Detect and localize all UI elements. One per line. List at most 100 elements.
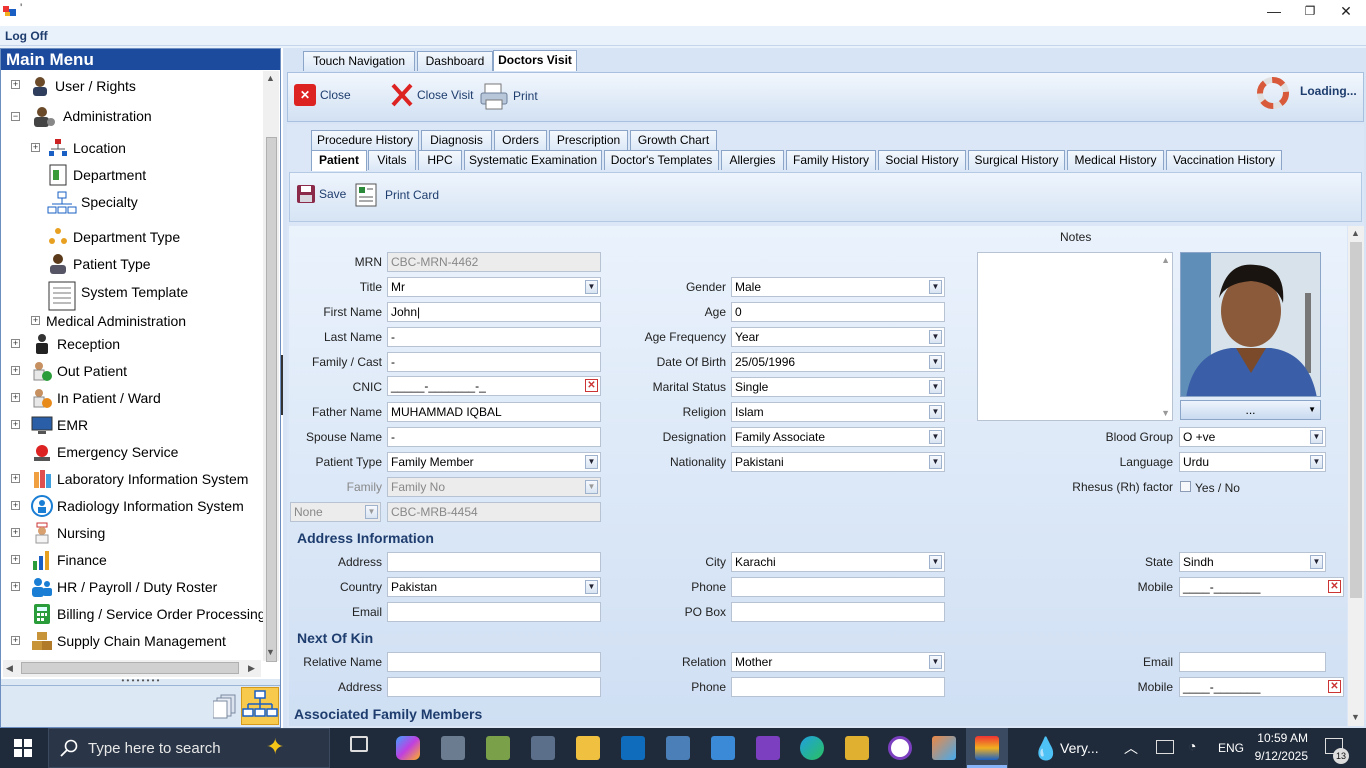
chevron-down-icon[interactable]: ▼	[929, 280, 942, 294]
chevron-down-icon[interactable]: ▼	[1310, 430, 1323, 444]
chevron-down-icon[interactable]: ▼	[585, 455, 598, 469]
expand-medical-administration[interactable]: +	[31, 316, 40, 325]
relation-select[interactable]: Mother ▼	[731, 652, 945, 672]
chevron-down-icon[interactable]: ▼	[929, 455, 942, 469]
menu-item-emergency-service[interactable]: Emergency Service	[31, 441, 178, 463]
menu-item-in-patient-ward[interactable]: In Patient / Ward	[31, 387, 161, 409]
scroll-left-icon[interactable]: ◀	[6, 663, 13, 674]
chevron-down-icon[interactable]: ▼	[585, 480, 598, 494]
menu-item-radiology[interactable]: Radiology Information System	[31, 495, 244, 517]
kin-address-field[interactable]	[387, 677, 601, 697]
tab-social-history[interactable]: Social History	[878, 150, 966, 170]
father-name-field[interactable]: MUHAMMAD IQBAL	[387, 402, 601, 422]
po-box-field[interactable]	[731, 602, 945, 622]
copilot-icon[interactable]	[396, 736, 420, 760]
tab-hpc[interactable]: HPC	[418, 150, 462, 170]
expand-out-patient[interactable]: +	[11, 366, 20, 375]
outlook-icon[interactable]	[621, 736, 645, 760]
save-button[interactable]: Save	[296, 184, 346, 204]
close-visit-button[interactable]: Close Visit	[390, 82, 473, 108]
expand-laboratory[interactable]: +	[11, 474, 20, 483]
hospital-app-icon[interactable]	[975, 736, 999, 760]
menu-item-supply-chain[interactable]: Supply Chain Management	[31, 630, 226, 652]
tab-systematic-examination[interactable]: Systematic Examination	[464, 150, 602, 170]
chevron-down-icon[interactable]: ▼	[929, 380, 942, 394]
github-icon[interactable]	[888, 736, 912, 760]
title-select[interactable]: Mr ▼	[387, 277, 601, 297]
notes-textarea[interactable]: ▲ ▼	[977, 252, 1173, 421]
menu-scroll-thumb[interactable]	[266, 137, 277, 662]
family-cast-field[interactable]: -	[387, 352, 601, 372]
language-indicator[interactable]: ENG	[1218, 741, 1244, 755]
tools-app-icon[interactable]	[441, 736, 465, 760]
mrb-field[interactable]: CBC-MRB-4454	[387, 502, 601, 522]
expand-in-patient[interactable]: +	[11, 393, 20, 402]
notes-scroll-up-icon[interactable]: ▲	[1161, 255, 1170, 265]
tab-touch-navigation[interactable]: Touch Navigation	[303, 51, 415, 71]
family-select[interactable]: Family No ▼	[387, 477, 601, 497]
visual-studio-icon[interactable]	[756, 736, 780, 760]
print-button[interactable]: Print	[479, 82, 538, 110]
minimize-button[interactable]: —	[1256, 0, 1292, 22]
chevron-down-icon[interactable]: ▼	[929, 355, 942, 369]
kin-phone-field[interactable]	[731, 677, 945, 697]
expand-reception[interactable]: +	[11, 339, 20, 348]
expand-location[interactable]: +	[31, 143, 40, 152]
remote-desktop-icon[interactable]	[711, 736, 735, 760]
menu-item-department[interactable]: Department	[47, 164, 146, 186]
expand-radiology[interactable]: +	[11, 501, 20, 510]
tree-view-button[interactable]	[241, 687, 279, 725]
menu-item-billing[interactable]: Billing / Service Order Processing	[31, 603, 266, 625]
clock-time[interactable]: 10:59 AM	[1252, 731, 1308, 745]
tab-family-history[interactable]: Family History	[786, 150, 876, 170]
menu-item-reception[interactable]: Reception	[31, 333, 120, 355]
blood-group-select[interactable]: O +ve ▼	[1179, 427, 1326, 447]
religion-select[interactable]: Islam ▼	[731, 402, 945, 422]
clear-kin-mobile-icon[interactable]: ✕	[1328, 680, 1341, 693]
tab-orders[interactable]: Orders	[494, 130, 547, 150]
chevron-up-icon[interactable]: ︿	[1124, 738, 1138, 758]
expand-nursing[interactable]: +	[11, 528, 20, 537]
expand-supply-chain[interactable]: +	[11, 636, 20, 645]
menu-item-patient-type[interactable]: Patient Type	[47, 253, 151, 275]
menu-item-department-type[interactable]: Department Type	[47, 226, 180, 248]
expand-hr[interactable]: +	[11, 582, 20, 591]
cnic-field[interactable]: _____-_______-_ ✕	[387, 376, 601, 396]
tab-allergies[interactable]: Allergies	[721, 150, 784, 170]
clear-cnic-icon[interactable]: ✕	[585, 379, 598, 392]
notes-scroll-down-icon[interactable]: ▼	[1161, 408, 1170, 418]
tab-diagnosis[interactable]: Diagnosis	[421, 130, 492, 150]
tab-dashboard[interactable]: Dashboard	[417, 51, 493, 71]
paint-app-icon[interactable]	[932, 736, 956, 760]
photo-options-dropdown[interactable]: ... ▼	[1180, 400, 1321, 420]
tools-app-2-icon[interactable]	[531, 736, 555, 760]
expand-user-rights[interactable]: +	[11, 80, 20, 89]
menu-item-emr[interactable]: EMR	[31, 414, 88, 436]
tab-vaccination-history[interactable]: Vaccination History	[1166, 150, 1282, 170]
none-select[interactable]: None ▼	[290, 502, 381, 522]
file-explorer-icon[interactable]	[576, 736, 600, 760]
phone-field[interactable]	[731, 577, 945, 597]
expand-finance[interactable]: +	[11, 555, 20, 564]
stack-view-icon[interactable]	[212, 693, 237, 719]
form-scroll-down-icon[interactable]: ▼	[1351, 712, 1360, 722]
edge-browser-icon[interactable]	[800, 736, 824, 760]
clear-mobile-icon[interactable]: ✕	[1328, 580, 1341, 593]
kin-email-field[interactable]	[1179, 652, 1326, 672]
chevron-down-icon[interactable]: ▼	[585, 580, 598, 594]
tab-patient[interactable]: Patient	[311, 150, 367, 171]
tab-surgical-history[interactable]: Surgical History	[968, 150, 1065, 170]
spouse-name-field[interactable]: -	[387, 427, 601, 447]
patient-photo[interactable]	[1180, 252, 1321, 397]
age-frequency-select[interactable]: Year ▼	[731, 327, 945, 347]
city-select[interactable]: Karachi ▼	[731, 552, 945, 572]
patient-type-select[interactable]: Family Member ▼	[387, 452, 601, 472]
tab-doctors-templates[interactable]: Doctor's Templates	[604, 150, 719, 170]
restore-button[interactable]: ❐	[1292, 0, 1328, 22]
chevron-down-icon[interactable]: ▼	[929, 555, 942, 569]
kin-mobile-field[interactable]: ____-_______ ✕	[1179, 677, 1344, 697]
menu-item-specialty[interactable]: Specialty	[47, 191, 138, 214]
scroll-down-icon[interactable]: ▼	[266, 647, 275, 657]
task-view-icon[interactable]	[350, 736, 368, 752]
menu-item-out-patient[interactable]: Out Patient	[31, 360, 127, 382]
